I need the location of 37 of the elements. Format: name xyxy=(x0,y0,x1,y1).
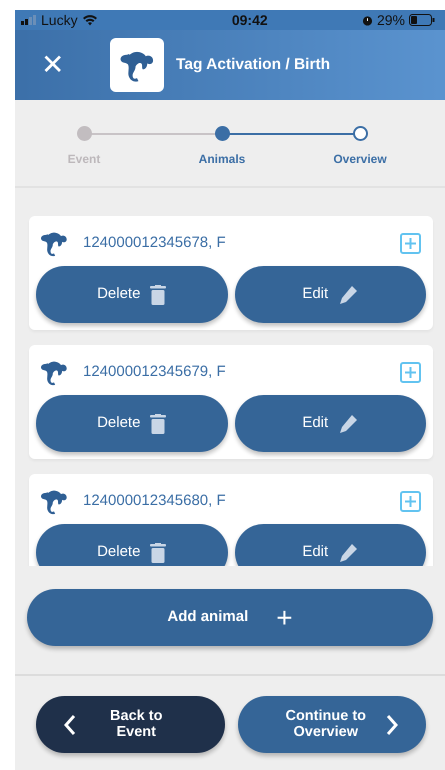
delete-button[interactable]: Delete xyxy=(36,395,228,452)
alarm-icon xyxy=(362,14,373,26)
trash-icon xyxy=(150,542,166,562)
step-dot[interactable] xyxy=(352,126,368,141)
wifi-icon xyxy=(82,14,98,26)
animal-id: 124000012345680, F xyxy=(83,490,227,511)
back-button[interactable]: Back to Event xyxy=(36,696,224,753)
delete-button[interactable]: Delete xyxy=(36,524,228,566)
signal-icon xyxy=(21,15,37,25)
status-time: 09:42 xyxy=(232,10,268,30)
battery-icon xyxy=(408,14,435,26)
pencil-icon xyxy=(338,542,358,562)
step-dot[interactable] xyxy=(214,126,230,141)
carrier-name: Lucky xyxy=(41,10,78,30)
trash-icon xyxy=(150,284,166,304)
add-animal-button[interactable]: Add animal + xyxy=(27,589,433,646)
pencil-icon xyxy=(338,284,358,304)
delete-button[interactable]: Delete xyxy=(36,266,228,323)
expand-icon[interactable] xyxy=(400,490,421,512)
animal-id: 124000012345679, F xyxy=(83,362,227,382)
expand-icon[interactable] xyxy=(400,232,421,254)
animal-id: 124000012345678, F xyxy=(83,232,227,253)
chevron-left-icon xyxy=(64,714,76,736)
edit-button[interactable]: Edit xyxy=(234,524,426,566)
close-button[interactable]: ✕ xyxy=(41,51,64,79)
expand-icon[interactable] xyxy=(400,362,421,382)
continue-button[interactable]: Continue to Overview xyxy=(238,696,426,753)
step-label[interactable]: Overview xyxy=(333,150,387,168)
trash-icon xyxy=(150,414,166,434)
step-label[interactable]: Animals xyxy=(198,150,246,168)
edit-button[interactable]: Edit xyxy=(234,266,426,323)
header-title: Tag Activation / Birth xyxy=(176,55,330,76)
battery-percent: 29% xyxy=(376,10,405,30)
pencil-icon xyxy=(338,414,358,434)
chevron-right-icon xyxy=(386,714,398,736)
edit-button[interactable]: Edit xyxy=(234,395,426,452)
step-dot[interactable] xyxy=(76,126,92,141)
